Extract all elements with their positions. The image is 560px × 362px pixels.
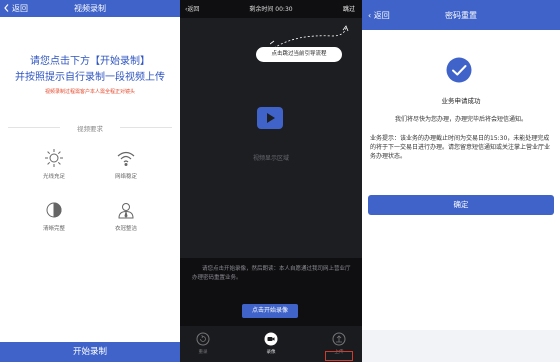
success-check-icon [446, 57, 472, 83]
redo-button[interactable]: 重录 [188, 332, 218, 355]
video-play-icon [256, 104, 284, 132]
redo-icon [196, 332, 210, 346]
record-label: 录像 [266, 350, 276, 355]
feature-label: 网络稳定 [114, 174, 137, 180]
sun-icon [44, 148, 64, 168]
skip-guide-tooltip: 点击跳过当前引导流程 [256, 47, 342, 62]
feature-label: 衣冠整洁 [114, 226, 137, 232]
contrast-icon [44, 200, 64, 220]
nav-bar: 返回 视频录制 [0, 0, 180, 17]
warning-text: 视频录制过程需客户本人需全程正对镜头 [44, 89, 135, 95]
remaining-time: 剩余时间 00:30 [249, 6, 293, 13]
person-icon [116, 200, 136, 220]
camera-icon [264, 332, 278, 346]
start-recording-button[interactable]: 点击开始录像 [242, 304, 298, 318]
feature-light: 光线充足 [24, 148, 84, 180]
confirm-button[interactable]: 确定 [368, 195, 554, 215]
start-record-button[interactable]: 开始录制 [0, 342, 180, 362]
divider-line [120, 127, 172, 128]
camera-screen: ‹返回 剩余时间 00:30 跳过 点击跳过当前引导流程 视频显示区域 请您点击… [180, 0, 362, 362]
video-area-label: 视频显示区域 [252, 155, 289, 162]
business-tip: 业务提示：该业务的办理截止时间为交易日的15:30，未能处理完成的将于下一交易日… [370, 135, 551, 160]
bottom-area [362, 330, 560, 362]
feature-label: 光线充足 [42, 174, 65, 180]
upload-highlight-box [325, 351, 353, 361]
page-title: 视频录制 [74, 4, 106, 13]
camera-bottom-bar: 重录 录像 上传 [180, 326, 362, 362]
wifi-icon [116, 148, 136, 168]
feature-dress: 衣冠整洁 [96, 200, 156, 232]
feature-clarity: 清晰完整 [24, 200, 84, 232]
feature-network: 网络稳定 [96, 148, 156, 180]
video-record-screen: 返回 视频录制 请您点击下方【开始录制】 并按照提示自行录制一段视频上传 视频录… [0, 0, 180, 362]
password-reset-screen: ‹ 返回 密码重置 业务申请成功 我们将尽快为您办理，办理完毕后将会短信通知。 … [362, 0, 560, 362]
instruction-heading-line1: 请您点击下方【开始录制】 [30, 56, 150, 67]
requirements-divider: 视频要求 [8, 122, 172, 133]
upload-icon [332, 332, 346, 346]
camera-top-bar: ‹返回 剩余时间 00:30 跳过 [180, 0, 362, 16]
record-button[interactable]: 录像 [256, 332, 286, 355]
instruction-heading-line2: 并按照提示自行录制一段视频上传 [15, 72, 165, 83]
page-title: 密码重置 [445, 11, 477, 20]
redo-label: 重录 [198, 350, 208, 355]
feature-label: 清晰完整 [42, 226, 65, 232]
success-title: 业务申请成功 [441, 97, 481, 105]
skip-button[interactable]: 跳过 [343, 4, 355, 13]
nav-bar: ‹ 返回 密码重置 [362, 0, 560, 30]
read-aloud-instruction: 请您点击开始录像，然后朗读：本人自愿通过我司网上营业厅办理密码重置业务。 [192, 266, 351, 281]
requirements-title: 视频要求 [77, 125, 103, 133]
success-message: 我们将尽快为您办理，办理完毕后将会短信通知。 [394, 116, 527, 123]
